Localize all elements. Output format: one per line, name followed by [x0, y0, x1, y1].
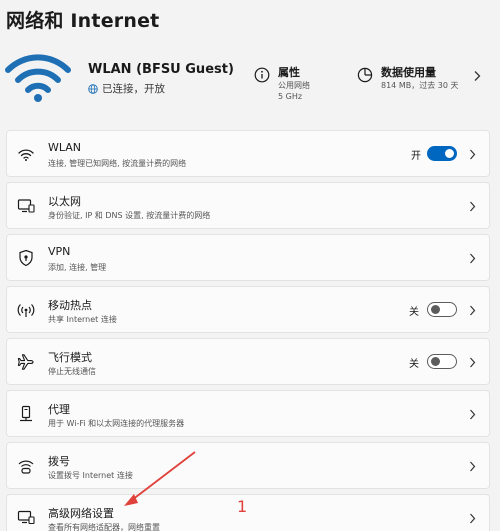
- settings-item-airplane-mode[interactable]: 飞行模式 停止无线通信 关: [6, 338, 490, 385]
- item-description: 共享 Internet 连接: [48, 315, 117, 324]
- hotspot-icon: [17, 304, 35, 317]
- settings-item-advanced-network[interactable]: 高级网络设置 查看所有网络适配器，网络重置: [6, 494, 490, 531]
- item-description: 身份验证, IP 和 DNS 设置, 按流量计费的网络: [48, 211, 211, 220]
- data-usage-amount: 814 MB，过去 30 天: [381, 81, 459, 90]
- connected-network-header[interactable]: WLAN (BFSU Guest) 已连接，开放 属性 公用网络 5 GHz 数…: [0, 44, 500, 118]
- dialup-icon: [18, 460, 34, 474]
- pie-chart-icon: [357, 67, 373, 83]
- airplane-icon: [17, 354, 34, 370]
- item-description: 添加, 连接, 管理: [48, 263, 107, 272]
- wlan-toggle[interactable]: [427, 146, 457, 161]
- airplane-mode-toggle[interactable]: [427, 354, 457, 369]
- network-profile: 公用网络: [278, 81, 310, 90]
- chevron-right-icon: [474, 71, 481, 81]
- settings-item-proxy[interactable]: 代理 用于 Wi-Fi 和以太网连接的代理服务器: [6, 390, 490, 437]
- chevron-right-icon: [470, 357, 476, 368]
- chevron-right-icon: [470, 409, 476, 420]
- settings-item-wlan[interactable]: WLAN 连接, 管理已知网络, 按流量计费的网络 开: [6, 130, 490, 177]
- annotation-number: 1: [237, 497, 248, 516]
- item-title: WLAN: [48, 141, 82, 154]
- item-description: 连接, 管理已知网络, 按流量计费的网络: [48, 159, 187, 168]
- toggle-state-label: 关: [409, 359, 419, 370]
- item-title: 以太网: [48, 195, 81, 208]
- properties-label: 属性: [278, 66, 300, 79]
- item-description: 查看所有网络适配器，网络重置: [48, 523, 160, 531]
- wifi-icon: [18, 149, 34, 161]
- settings-item-dial-up[interactable]: 拨号 设置拨号 Internet 连接: [6, 442, 490, 489]
- proxy-icon: [20, 405, 32, 422]
- toggle-knob: [431, 305, 440, 314]
- item-title: 拨号: [48, 455, 70, 468]
- advanced-network-icon: [17, 510, 35, 525]
- toggle-knob: [445, 149, 454, 158]
- item-title: 飞行模式: [48, 351, 92, 364]
- item-description: 设置拨号 Internet 连接: [48, 471, 133, 480]
- settings-item-ethernet[interactable]: 以太网 身份验证, IP 和 DNS 设置, 按流量计费的网络: [6, 182, 490, 229]
- item-description: 用于 Wi-Fi 和以太网连接的代理服务器: [48, 419, 185, 428]
- toggle-knob: [431, 357, 440, 366]
- network-status-text: 已连接，开放: [102, 83, 165, 95]
- vpn-shield-icon: [19, 249, 33, 267]
- item-title: VPN: [48, 245, 71, 258]
- chevron-right-icon: [470, 149, 476, 160]
- item-title: 移动热点: [48, 299, 92, 312]
- properties-link[interactable]: 属性 公用网络 5 GHz: [254, 64, 310, 102]
- chevron-right-icon: [470, 461, 476, 472]
- info-icon: [254, 67, 270, 83]
- data-usage-label: 数据使用量: [381, 66, 436, 79]
- item-title: 高级网络设置: [48, 507, 114, 520]
- chevron-right-icon: [470, 513, 476, 524]
- chevron-right-icon: [470, 201, 476, 212]
- wifi-large-icon: [5, 54, 71, 102]
- chevron-right-icon: [470, 253, 476, 264]
- mobile-hotspot-toggle[interactable]: [427, 302, 457, 317]
- ethernet-icon: [17, 199, 35, 213]
- toggle-state-label: 关: [409, 307, 419, 318]
- network-band: 5 GHz: [278, 92, 303, 101]
- page-title: 网络和 Internet: [6, 10, 160, 32]
- item-description: 停止无线通信: [48, 367, 96, 376]
- settings-item-vpn[interactable]: VPN 添加, 连接, 管理: [6, 234, 490, 281]
- network-name: WLAN (BFSU Guest): [88, 62, 234, 77]
- data-usage-link[interactable]: 数据使用量 814 MB，过去 30 天: [357, 64, 458, 91]
- globe-icon: [88, 83, 98, 94]
- toggle-state-label: 开: [411, 151, 421, 162]
- chevron-right-icon: [470, 305, 476, 316]
- network-status: 已连接，开放: [88, 81, 165, 96]
- settings-item-mobile-hotspot[interactable]: 移动热点 共享 Internet 连接 关: [6, 286, 490, 333]
- item-title: 代理: [48, 403, 70, 416]
